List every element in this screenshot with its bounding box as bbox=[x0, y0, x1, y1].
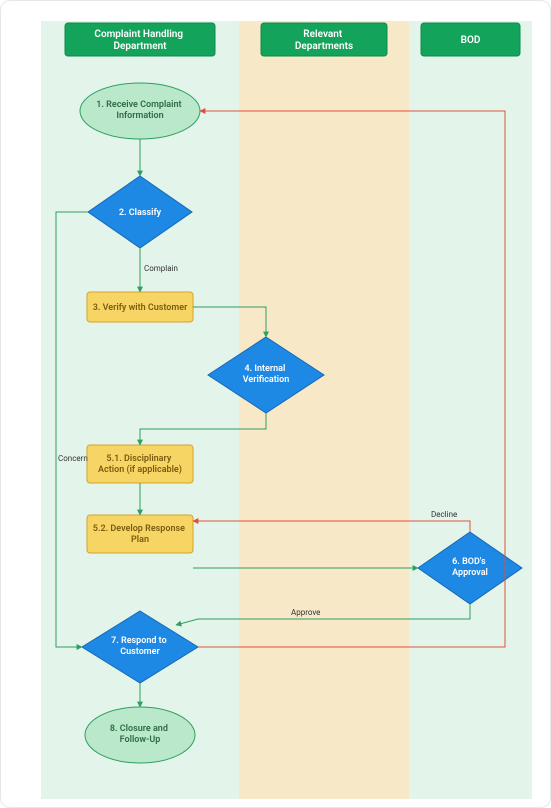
lane-header-complaint-line1: Complaint Handling bbox=[94, 29, 183, 40]
edge-label-approve: Approve bbox=[291, 608, 320, 617]
lane-header-complaint-line2: Department bbox=[113, 41, 167, 52]
edge-label-complain: Complain bbox=[144, 264, 178, 273]
node-verify-customer: 3. Verify with Customer bbox=[87, 292, 193, 322]
svg-text:Relevant Departments: Relevant Departments bbox=[295, 29, 353, 52]
svg-text:4. Internal Verification: 4. Internal Verification bbox=[243, 364, 289, 385]
lane-header-relevant: Relevant Departments bbox=[261, 23, 387, 56]
edge-label-decline: Decline bbox=[431, 510, 457, 519]
node-closure-followup: 8. Closure and Follow-Up bbox=[85, 707, 195, 763]
lane-header-bod: BOD bbox=[421, 23, 520, 56]
lane-body-bod bbox=[409, 21, 532, 799]
node-disciplinary-action: 5.1. Disciplinary Action (if applicable) bbox=[87, 445, 193, 483]
lane-header-complaint: Complaint Handling Department bbox=[65, 23, 215, 56]
flowchart: Complaint Handling Department Relevant D… bbox=[11, 11, 542, 799]
node-develop-response-plan: 5.2. Develop Response Plan bbox=[87, 515, 193, 553]
svg-text:5.1. Disciplinary Action: 5.1. Disciplinary Action (if applicable) bbox=[98, 454, 182, 475]
svg-text:BOD: BOD bbox=[461, 35, 481, 46]
edge-label-concern: Concern bbox=[58, 454, 88, 463]
svg-text:2. Classify: 2. Classify bbox=[119, 208, 162, 218]
svg-text:3. Verify with Customer: 3. Verify with Customer bbox=[93, 303, 188, 313]
node-receive-complaint: 1. Receive Complaint Information bbox=[80, 83, 200, 139]
svg-text:6. BOD's Approval: 6. BOD's Approval bbox=[452, 557, 488, 578]
